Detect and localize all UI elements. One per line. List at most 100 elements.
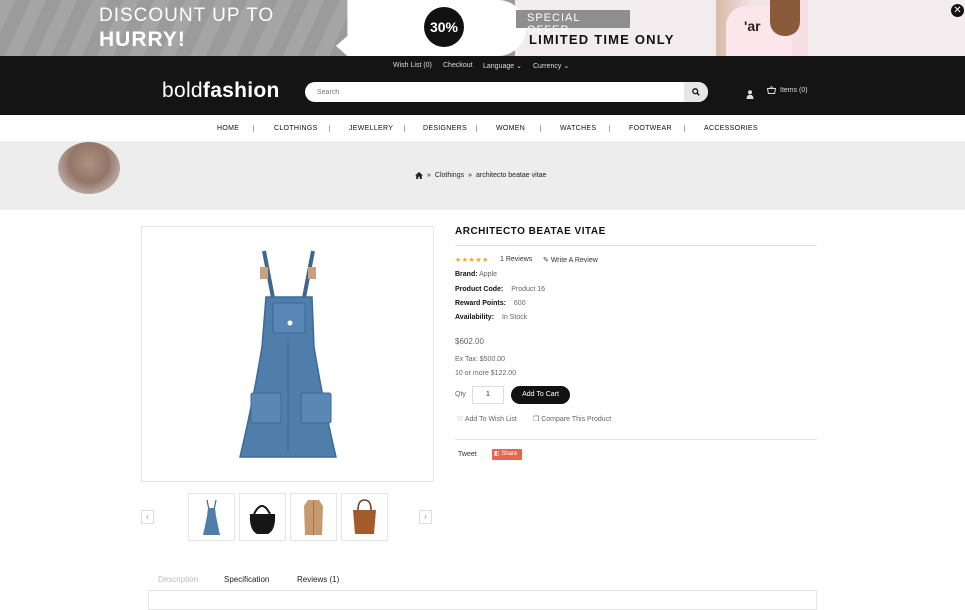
- chevron-down-icon: ⌄: [563, 63, 570, 70]
- compare-button[interactable]: ❐ Compare This Product: [533, 415, 611, 423]
- chevron-left-icon: ‹: [146, 512, 149, 521]
- availability-label: Availability:: [455, 314, 495, 321]
- tweet-button[interactable]: Tweet: [458, 451, 477, 458]
- menu-item-watches[interactable]: WATCHES: [560, 125, 596, 132]
- add-to-cart-button[interactable]: Add To Cart: [511, 386, 570, 404]
- thumbnail-black-bag[interactable]: [239, 493, 286, 541]
- thumb-brown-bag-image: [353, 499, 376, 534]
- promo-model-hair: [770, 0, 800, 36]
- home-icon[interactable]: [415, 172, 423, 179]
- add-to-wishlist-button[interactable]: ♡ Add To Wish List: [457, 415, 517, 423]
- close-icon[interactable]: ✕: [951, 4, 964, 17]
- rating-stars: ★★★★★: [455, 257, 489, 264]
- account-button[interactable]: [746, 86, 754, 104]
- breadcrumb: » Clothings » architecto beatae vitae: [415, 172, 546, 179]
- tab-reviews[interactable]: Reviews (1): [297, 575, 339, 584]
- denim-dress-image: [239, 250, 337, 458]
- menu-item-home[interactable]: HOME: [217, 125, 239, 132]
- special-offer-label: SPECIAL OFFER: [516, 10, 630, 36]
- share-label: Share: [501, 451, 518, 457]
- reward-points-row: Reward Points: 600: [455, 300, 526, 307]
- product-price: $602.00: [455, 337, 484, 346]
- discount-badge: 30%: [424, 7, 464, 47]
- product-title: ARCHITECTO BEATAE VITAE: [455, 226, 606, 237]
- user-icon: [746, 90, 754, 99]
- tab-specification[interactable]: Specification: [224, 575, 269, 584]
- banner-decor-pinecone: [58, 142, 120, 194]
- menu-divider: [476, 125, 477, 132]
- promo-line2: HURRY!: [99, 28, 186, 51]
- product-code-row: Product Code: Product 16: [455, 286, 545, 293]
- limited-time-text: LIMITED TIME ONLY: [529, 32, 675, 47]
- reward-points-value: 600: [513, 300, 526, 307]
- basket-icon: [767, 86, 776, 94]
- menu-divider: [404, 125, 405, 132]
- tab-description[interactable]: Description: [158, 575, 198, 584]
- heart-icon: ♡: [457, 416, 464, 423]
- search-input[interactable]: [317, 82, 677, 102]
- thumb-prev-button[interactable]: ‹: [141, 510, 154, 524]
- reviews-link[interactable]: 1 Reviews: [500, 256, 532, 263]
- menu-item-designers[interactable]: DESIGNERS: [423, 125, 467, 132]
- write-review-link[interactable]: ✎ Write A Review: [543, 256, 598, 264]
- menu-divider: [329, 125, 330, 132]
- wishlist-link[interactable]: Wish List (0): [393, 62, 432, 69]
- breadcrumb-clothings[interactable]: Clothings: [435, 172, 464, 179]
- menu-divider: [684, 125, 685, 132]
- title-divider: [455, 245, 817, 246]
- menu-item-clothings[interactable]: CLOTHINGS: [274, 125, 318, 132]
- chevron-right-icon: ›: [424, 512, 427, 521]
- thumb-black-bag-image: [249, 505, 276, 534]
- thumbnail-coat[interactable]: [290, 493, 337, 541]
- product-code-label: Product Code:: [455, 286, 504, 293]
- thumbnail-brown-bag[interactable]: [341, 493, 388, 541]
- qty-label: Qty: [455, 391, 466, 398]
- availability-value: In Stock: [501, 314, 528, 321]
- menu-item-footwear[interactable]: FOOTWEAR: [629, 125, 672, 132]
- menu-item-jewellery[interactable]: JEWELLERY: [349, 125, 393, 132]
- language-dropdown[interactable]: Language ⌄: [483, 62, 522, 70]
- compare-label: Compare This Product: [541, 416, 612, 423]
- wishlist-label: Add To Wish List: [464, 416, 517, 423]
- reward-points-label: Reward Points:: [455, 300, 506, 307]
- logo-bold: fashion: [202, 79, 280, 102]
- menu-divider: [253, 125, 254, 132]
- menu-item-women[interactable]: WOMEN: [496, 125, 525, 132]
- bulk-discount: 10 or more $122.00: [455, 370, 517, 377]
- product-code-value: Product 16: [511, 286, 546, 293]
- breadcrumb-sep: »: [468, 172, 472, 179]
- thumb-next-button[interactable]: ›: [419, 510, 432, 524]
- search-button[interactable]: [684, 82, 708, 102]
- menu-divider: [540, 125, 541, 132]
- ex-tax-price: Ex Tax: $500.00: [455, 356, 506, 363]
- brand-label: Brand:: [455, 271, 478, 278]
- share-button[interactable]: ◧ Share: [492, 449, 522, 460]
- thumbnail-dress[interactable]: [188, 493, 235, 541]
- quantity-input[interactable]: 1: [472, 386, 504, 404]
- currency-label: Currency: [533, 63, 562, 70]
- breadcrumb-sep: »: [427, 172, 431, 179]
- share-divider: [455, 439, 817, 440]
- logo-light: bold: [162, 79, 203, 102]
- pencil-icon: ✎: [543, 257, 549, 264]
- main-menu: [0, 115, 965, 142]
- chevron-down-icon: ⌄: [516, 63, 522, 70]
- menu-divider: [609, 125, 610, 132]
- cart-button[interactable]: Items (0): [767, 86, 808, 94]
- brand-row: Brand: Apple: [455, 271, 497, 278]
- availability-row: Availability: In Stock: [455, 314, 527, 321]
- checkout-link[interactable]: Checkout: [443, 62, 473, 69]
- currency-dropdown[interactable]: Currency ⌄: [533, 62, 569, 70]
- tab-content-panel: [148, 590, 817, 610]
- language-label: Language: [483, 63, 515, 70]
- site-logo[interactable]: boldfashion: [162, 79, 280, 103]
- thumb-dress-image: [203, 499, 220, 535]
- search-icon: [692, 88, 700, 96]
- breadcrumb-current[interactable]: architecto beatae vitae: [476, 172, 546, 179]
- promo-banner[interactable]: DISCOUNT UP TO HURRY! 30% SPECIAL OFFER …: [0, 0, 965, 56]
- promo-line1: DISCOUNT UP TO: [99, 5, 275, 26]
- brand-value[interactable]: Apple: [479, 271, 497, 278]
- menu-item-accessories[interactable]: ACCESSORIES: [704, 125, 758, 132]
- promo-shirt-text: 'ar: [744, 18, 761, 34]
- main-product-image[interactable]: [141, 226, 434, 482]
